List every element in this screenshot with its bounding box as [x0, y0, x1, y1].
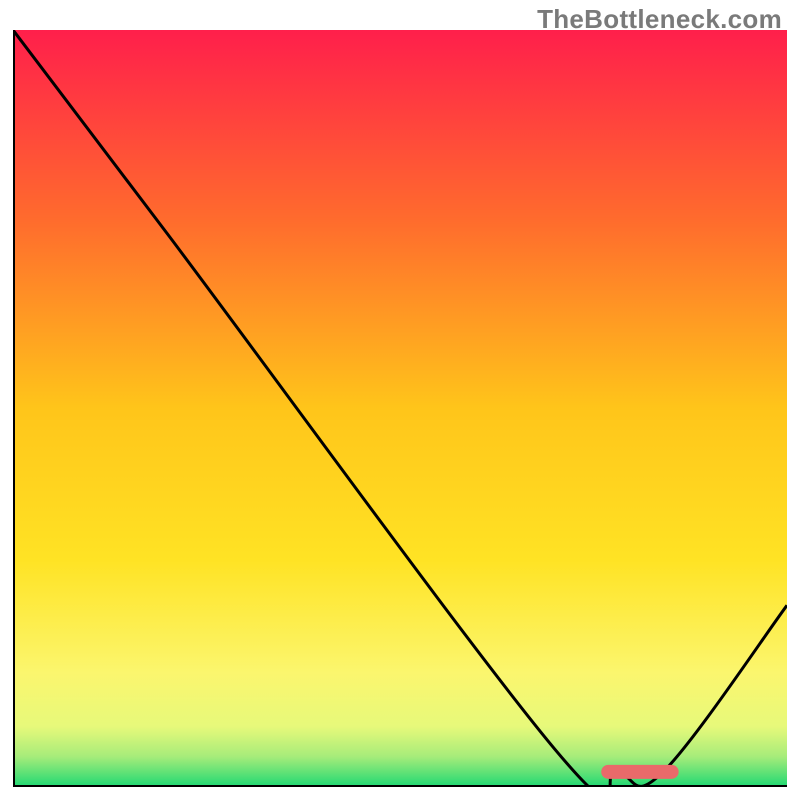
- chart-stage: TheBottleneck.com: [0, 0, 800, 800]
- chart-svg: [13, 30, 787, 787]
- background-gradient: [13, 30, 787, 787]
- plot-area: [13, 30, 787, 787]
- optimal-marker: [601, 765, 678, 779]
